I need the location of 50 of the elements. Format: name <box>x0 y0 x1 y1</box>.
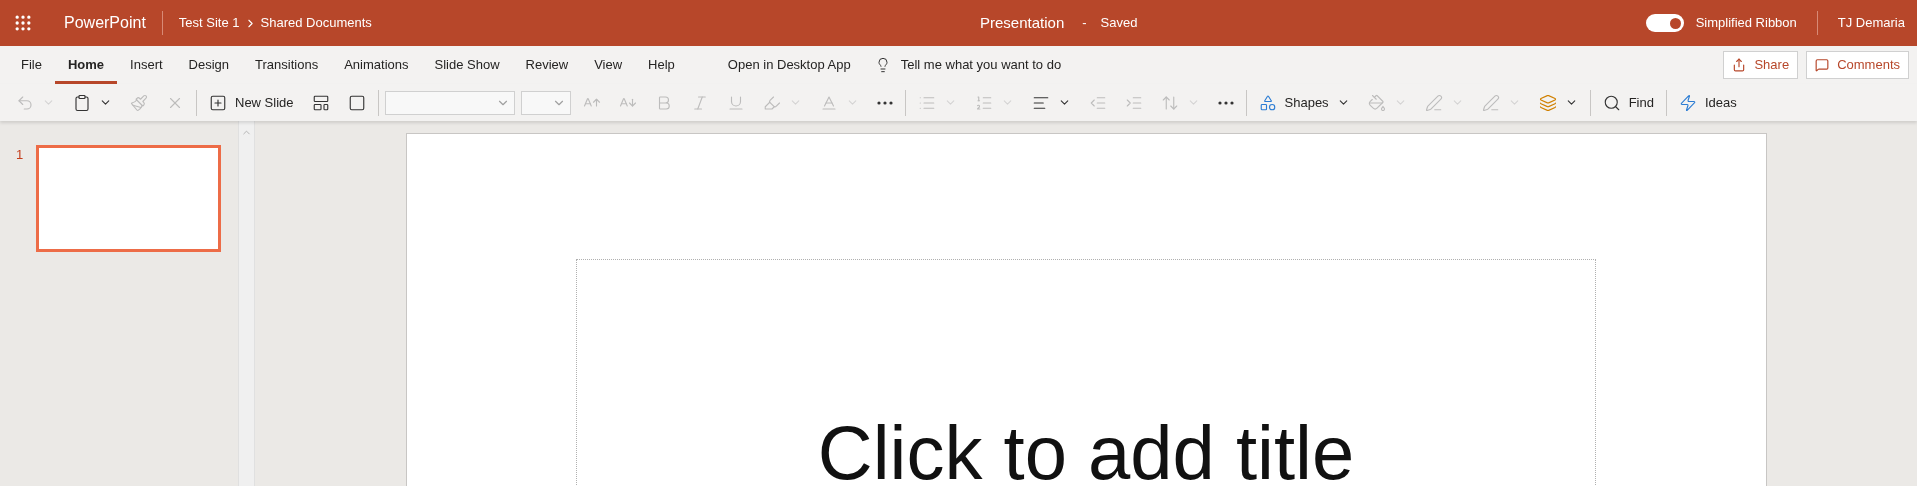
new-slide-icon <box>209 93 227 112</box>
user-name[interactable]: TJ Demaria <box>1837 13 1905 33</box>
ribbon-tab[interactable]: Animations <box>331 46 422 84</box>
ribbon-tab[interactable]: View <box>581 46 636 84</box>
slide-number: 1 <box>15 146 25 164</box>
app-name[interactable]: PowerPoint <box>64 11 146 35</box>
ideas-icon <box>1678 93 1697 112</box>
ribbon-tab[interactable]: Help <box>635 46 688 84</box>
comments-button[interactable]: Comments <box>1806 51 1909 79</box>
title-placeholder-text: Click to add title <box>817 415 1355 486</box>
save-status: Saved <box>1100 14 1138 33</box>
undo-icon <box>16 93 34 112</box>
open-in-desktop-link[interactable]: Open in Desktop App <box>717 55 861 75</box>
highlight-icon <box>762 93 781 112</box>
ribbon-tab[interactable]: Design <box>175 46 243 84</box>
waffle-icon <box>13 13 33 33</box>
paste-icon <box>73 93 91 112</box>
document-title[interactable]: Presentation <box>980 11 1065 35</box>
toggle-label: Simplified Ribbon <box>1695 14 1797 33</box>
layout-icon <box>311 93 330 112</box>
new-slide-button[interactable]: New Slide <box>203 88 300 117</box>
share-button[interactable]: Share <box>1723 51 1799 79</box>
simplified-ribbon-toggle[interactable] <box>1645 14 1684 32</box>
breadcrumb-link[interactable]: Test Site 1 <box>178 13 240 33</box>
more-icon <box>876 100 893 105</box>
shapes-button[interactable]: Shapes <box>1252 88 1356 117</box>
format-painter-icon <box>130 93 148 112</box>
title-placeholder[interactable]: Click to add title <box>576 259 1596 486</box>
ribbon-tab[interactable]: Slide Show <box>421 46 513 84</box>
line-spacing-icon <box>1160 93 1179 112</box>
ribbon-tab[interactable]: Insert <box>117 46 176 84</box>
fill-icon <box>1367 93 1386 112</box>
find-icon <box>1602 93 1621 112</box>
title-separator: - <box>1082 14 1087 33</box>
breadcrumb-link[interactable]: Shared Documents <box>260 13 372 33</box>
background-icon <box>347 93 366 112</box>
shapes-icon <box>1258 93 1277 112</box>
ribbon-tab[interactable]: Transitions <box>242 46 332 84</box>
outline-icon <box>1424 93 1443 112</box>
tell-me-field[interactable]: Tell me what you want to do <box>868 55 1127 75</box>
numbering-icon <box>974 93 993 112</box>
ideas-button[interactable]: Ideas <box>1672 88 1743 117</box>
comment-icon <box>1815 58 1830 72</box>
find-button[interactable]: Find <box>1596 88 1660 117</box>
ribbon-tab[interactable]: Review <box>512 46 582 84</box>
ribbon-tab[interactable]: File <box>8 46 55 84</box>
more-icon <box>1217 100 1234 105</box>
scrollbar[interactable] <box>238 121 255 486</box>
slide-thumbnail[interactable] <box>36 145 221 252</box>
share-icon <box>1732 58 1747 72</box>
